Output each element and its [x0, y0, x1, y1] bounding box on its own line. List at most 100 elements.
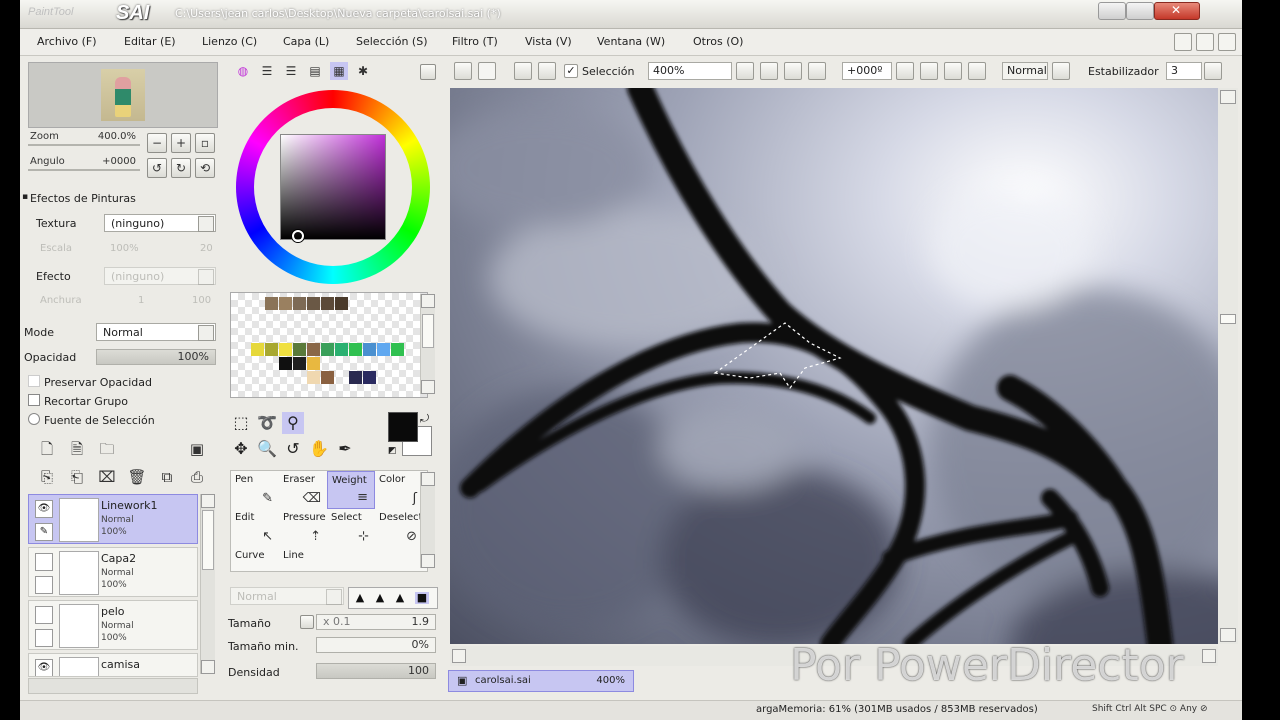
rotate-left-button[interactable]: ↺ [147, 158, 167, 178]
palette-scrollbar[interactable] [420, 294, 435, 394]
min-size-slider[interactable]: 0% [316, 637, 436, 653]
swatch[interactable] [321, 371, 334, 384]
color-picker-marker[interactable] [292, 230, 304, 242]
angle-slider[interactable]: Angulo +0000 [28, 155, 140, 171]
rotate-ccw-button[interactable] [896, 62, 914, 80]
tool-curve[interactable]: Curve [231, 547, 279, 571]
lock-toggle[interactable] [35, 576, 53, 594]
tip-shape[interactable]: ▲ [393, 592, 407, 604]
visibility-toggle[interactable] [35, 553, 53, 571]
swap-colors-icon[interactable]: ⤾ [420, 412, 429, 426]
navigator-preview[interactable] [28, 62, 218, 128]
swatch[interactable] [279, 297, 292, 310]
swatch[interactable] [307, 371, 320, 384]
layer-mask-icon[interactable]: ▣ [186, 438, 208, 460]
layers-hscroll[interactable] [28, 678, 198, 694]
document-tab[interactable]: ▣ carolsai.sai 400% [448, 670, 634, 692]
minimize-button[interactable] [1098, 2, 1126, 20]
swatch[interactable] [307, 357, 320, 370]
layer-item[interactable]: pelo Normal 100% [28, 600, 198, 650]
scroll-down-button[interactable] [201, 660, 215, 674]
swatch-tab-icon[interactable]: ▦ [330, 62, 348, 80]
scroll-up-button[interactable] [201, 494, 215, 508]
menu-vista[interactable]: Vista (V) [525, 35, 572, 48]
duplicate-layer-icon[interactable]: ⧉ [156, 466, 178, 488]
swatch[interactable] [265, 297, 278, 310]
menu-lienzo[interactable]: Lienzo (C) [202, 35, 257, 48]
rotate-reset-button[interactable]: ⟲ [195, 158, 215, 178]
mixer-tab-icon[interactable]: ▤ [306, 62, 324, 80]
scroll-left-button[interactable] [452, 649, 466, 663]
swatch[interactable] [363, 371, 376, 384]
scroll-up-button[interactable] [1220, 90, 1236, 104]
scratchpad-tab-icon[interactable]: ✱ [354, 62, 372, 80]
select-all-button[interactable] [514, 62, 532, 80]
tool-color[interactable]: Color ʃ [375, 471, 423, 509]
selection-source-checkbox[interactable]: Fuente de Selección [28, 413, 155, 427]
rotate-icon[interactable]: ↺ [282, 438, 304, 460]
rotate-reset-button[interactable] [944, 62, 962, 80]
swatch[interactable] [293, 357, 306, 370]
zoom-icon[interactable]: 🔍 [256, 438, 278, 460]
layer-item[interactable]: 👁 camisa [28, 653, 198, 677]
view-mode-dropdown[interactable] [1052, 62, 1070, 80]
invert-selection-button[interactable] [538, 62, 556, 80]
swatch[interactable] [293, 297, 306, 310]
effect-select[interactable]: (ninguno) [104, 267, 216, 285]
size-slider[interactable]: x 0.1 1.9 [316, 614, 436, 630]
drawing-canvas[interactable] [450, 88, 1218, 644]
layer-item[interactable]: Capa2 Normal 100% [28, 547, 198, 597]
lasso-icon[interactable]: ➰ [256, 412, 278, 434]
menu-archivo[interactable]: Archivo (F) [37, 35, 97, 48]
tool-pressure[interactable]: Pressure ⇡ [279, 509, 327, 547]
menu-otros[interactable]: Otros (O) [693, 35, 743, 48]
zoom-minus-button[interactable] [736, 62, 754, 80]
swatch-palette[interactable] [230, 292, 428, 398]
swatch[interactable] [251, 343, 264, 356]
layers-scrollbar[interactable] [200, 494, 215, 674]
hsv-slider-tab-icon[interactable]: ☰ [282, 62, 300, 80]
transfer-down-icon[interactable]: ⎘ [36, 466, 58, 488]
swatch[interactable] [279, 343, 292, 356]
swatch[interactable] [335, 297, 348, 310]
eyedropper-icon[interactable]: ✒ [334, 438, 356, 460]
canvas-zoom-select[interactable]: 400% [648, 62, 732, 80]
selection-edit-button[interactable] [454, 62, 472, 80]
swatch[interactable] [321, 343, 334, 356]
tool-eraser[interactable]: Eraser ⌫ [279, 471, 327, 509]
menu-capa[interactable]: Capa (L) [283, 35, 329, 48]
panel-menu-button[interactable] [420, 64, 436, 80]
clip-group-checkbox[interactable]: Recortar Grupo [28, 394, 128, 408]
scroll-down-button[interactable] [421, 380, 435, 394]
zoom-slider[interactable]: Zoom 400.0% [28, 130, 140, 146]
color-wheel-tab-icon[interactable]: ◍ [234, 62, 252, 80]
close-button[interactable]: ✕ [1154, 2, 1200, 20]
copy-layer-icon[interactable]: ⎙ [186, 466, 208, 488]
swatch[interactable] [349, 343, 362, 356]
tip-shape[interactable]: ■ [415, 592, 429, 604]
tool-edit[interactable]: Edit ↖ [231, 509, 279, 547]
texture-select[interactable]: (ninguno) [104, 214, 216, 232]
scroll-up-button[interactable] [421, 294, 435, 308]
scroll-right-button[interactable] [1202, 649, 1216, 663]
swatch[interactable] [391, 343, 404, 356]
menu-editar[interactable]: Editar (E) [124, 35, 176, 48]
doc-restore-button[interactable] [1196, 33, 1214, 51]
scroll-down-button[interactable] [421, 554, 435, 568]
stabilizer-dropdown[interactable] [1204, 62, 1222, 80]
pen-icon[interactable]: ✎ [35, 523, 53, 541]
swatch[interactable] [349, 371, 362, 384]
layer-mode-select[interactable]: Normal [96, 323, 216, 341]
rotate-cw-button[interactable] [920, 62, 938, 80]
new-folder-icon[interactable]: 🗀 [96, 438, 118, 460]
reset-colors-icon[interactable]: ◩ [388, 446, 397, 456]
maximize-button[interactable] [1126, 2, 1154, 20]
menu-seleccion[interactable]: Selección (S) [356, 35, 428, 48]
canvas-vertical-scrollbar[interactable] [1218, 88, 1238, 644]
doc-close-button[interactable] [1218, 33, 1236, 51]
scroll-down-button[interactable] [1220, 628, 1236, 642]
zoom-fit-button[interactable] [784, 62, 802, 80]
swatch[interactable] [363, 343, 376, 356]
tool-line[interactable]: Line [279, 547, 327, 571]
swatch[interactable] [377, 343, 390, 356]
